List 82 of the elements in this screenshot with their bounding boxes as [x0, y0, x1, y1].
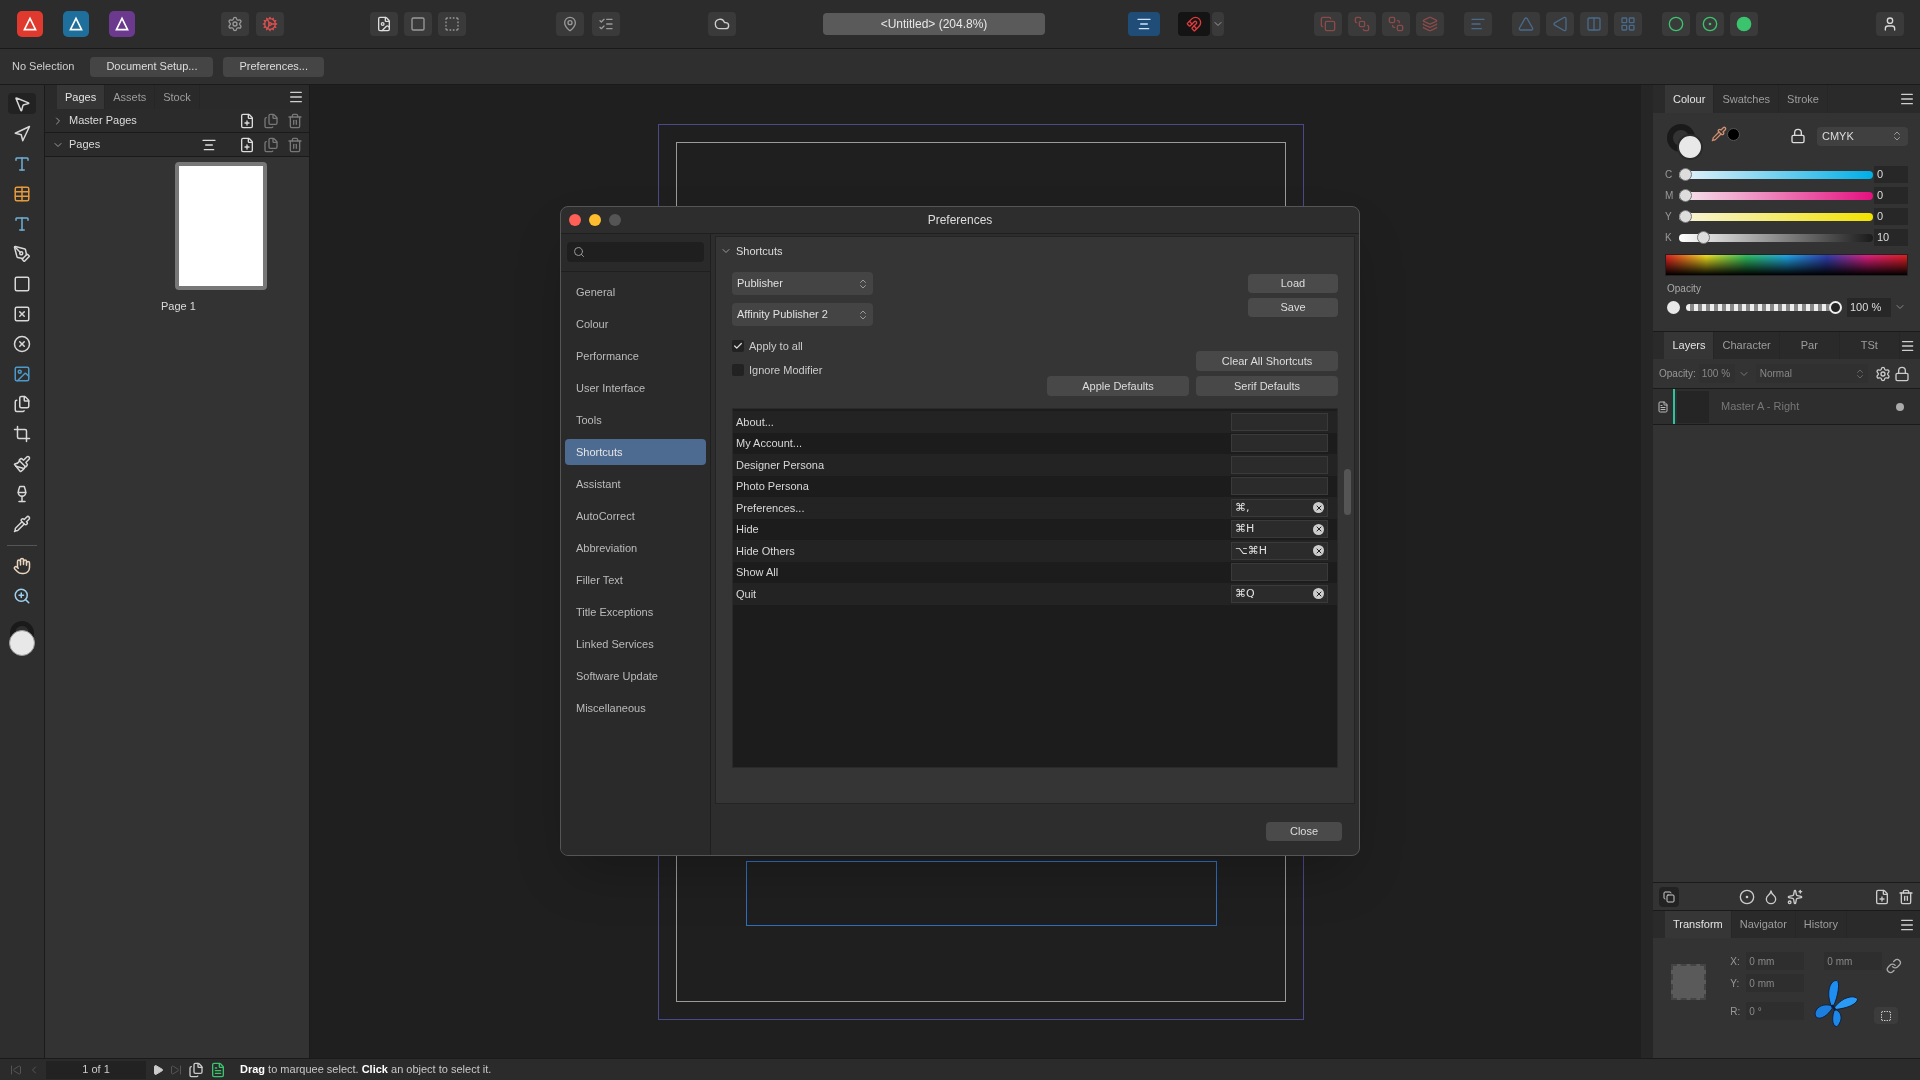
- clear-all-button[interactable]: Clear All Shortcuts: [1196, 351, 1338, 371]
- shortcut-keys: ⌘,: [1235, 499, 1250, 516]
- blend-mode-value: Normal: [1759, 367, 1792, 381]
- apple-defaults-button[interactable]: Apple Defaults: [1047, 376, 1189, 396]
- colour-model-select[interactable]: CMYK: [1817, 126, 1908, 146]
- command-label: Preferences...: [736, 500, 805, 516]
- opacity-label: Opacity:: [1659, 367, 1696, 381]
- opacity-value[interactable]: 100 %: [1847, 297, 1891, 317]
- field-label: X:: [1730, 954, 1741, 969]
- panel-tab[interactable]: Pages: [57, 85, 106, 109]
- section-label: Pages: [69, 137, 101, 153]
- channel-label: C: [1665, 168, 1674, 182]
- layer-name: Master A - Right: [1721, 399, 1800, 415]
- channel-value[interactable]: 0: [1874, 187, 1908, 204]
- command-label: Hide: [736, 522, 759, 537]
- opacity-label: Opacity: [1667, 282, 1702, 296]
- category-item[interactable]: Filler Text: [565, 567, 706, 593]
- category-item[interactable]: Colour: [565, 311, 706, 337]
- status-hint: Drag to marquee select. Click an object to select it.: [240, 1062, 492, 1078]
- serif-defaults-button[interactable]: Serif Defaults: [1196, 376, 1338, 396]
- shortcut-field[interactable]: ⌘H: [1231, 520, 1328, 539]
- close-button[interactable]: Close: [1266, 822, 1342, 841]
- page-field[interactable]: 1 of 1: [46, 1060, 146, 1079]
- shortcut-keys: ⌘H: [1235, 521, 1255, 538]
- shortcut-field[interactable]: ⌘Q: [1231, 584, 1328, 603]
- category-item[interactable]: Shortcuts: [565, 439, 706, 465]
- category-item[interactable]: Miscellaneous: [565, 695, 706, 721]
- command-label: Show All: [736, 565, 779, 580]
- checkbox-label: Apply to all: [749, 339, 803, 354]
- panel-tab[interactable]: Layers: [1664, 332, 1715, 359]
- panel-tab[interactable]: Transform: [1665, 911, 1732, 938]
- category-item[interactable]: Performance: [565, 343, 706, 369]
- document-title: <Untitled> (204.8%): [823, 13, 1045, 35]
- transform-field[interactable]: 0 mm: [1824, 952, 1883, 970]
- command-label: About...: [736, 414, 774, 430]
- transform-field[interactable]: 0 mm: [1746, 952, 1805, 970]
- field-label: Y:: [1730, 976, 1741, 991]
- category-item[interactable]: Tools: [565, 407, 706, 433]
- shortcut-field[interactable]: ⌥⌘H: [1231, 541, 1328, 560]
- section-title: Shortcuts: [736, 243, 783, 259]
- save-button[interactable]: Save: [1248, 298, 1338, 317]
- select-field[interactable]: Affinity Publisher 2: [732, 303, 873, 326]
- select-value: Affinity Publisher 2: [737, 307, 828, 323]
- context-button[interactable]: Preferences...: [223, 56, 324, 77]
- channel-label: M: [1665, 189, 1675, 203]
- section-label: Master Pages: [69, 113, 137, 129]
- command-label: Designer Persona: [736, 457, 825, 473]
- shortcut-keys: ⌥⌘H: [1235, 542, 1267, 559]
- shortcut-keys: ⌘Q: [1235, 585, 1255, 602]
- checkbox-label: Ignore Modifier: [749, 362, 823, 378]
- category-item[interactable]: AutoCorrect: [565, 503, 706, 529]
- category-item[interactable]: User Interface: [565, 375, 706, 401]
- channel-value[interactable]: 0: [1874, 166, 1908, 183]
- dialog-title: Preferences: [926, 212, 994, 229]
- transform-field[interactable]: 0 °: [1746, 1002, 1805, 1020]
- channel-label: Y: [1665, 210, 1673, 224]
- command-label: My Account...: [736, 436, 803, 451]
- selection-label: No Selection: [12, 59, 75, 75]
- category-item[interactable]: General: [565, 279, 706, 305]
- channel-value[interactable]: 10: [1874, 229, 1908, 246]
- category-item[interactable]: Linked Services: [565, 631, 706, 657]
- category-item[interactable]: Abbreviation: [565, 535, 706, 561]
- section-header[interactable]: Pages: [45, 133, 309, 157]
- colour-model-value: CMYK: [1822, 128, 1854, 144]
- shortcut-field[interactable]: ⌘,: [1231, 498, 1328, 517]
- command-label: Photo Persona: [736, 479, 809, 494]
- panel-tab[interactable]: Colour: [1665, 85, 1715, 113]
- category-item[interactable]: Software Update: [565, 663, 706, 689]
- load-button[interactable]: Load: [1248, 274, 1338, 293]
- category-item[interactable]: Assistant: [565, 471, 706, 497]
- channel-label: K: [1665, 231, 1673, 245]
- context-button[interactable]: Document Setup...: [90, 56, 214, 77]
- command-label: Hide Others: [736, 543, 795, 559]
- section-header[interactable]: Master Pages: [45, 109, 309, 133]
- select-value: Publisher: [737, 276, 783, 292]
- select-field[interactable]: Publisher: [732, 272, 873, 295]
- command-label: Quit: [736, 586, 757, 602]
- page-label: Page 1: [161, 299, 197, 314]
- category-item[interactable]: Title Exceptions: [565, 599, 706, 625]
- transform-field[interactable]: 0 mm: [1746, 974, 1805, 992]
- channel-value[interactable]: 0: [1874, 208, 1908, 225]
- field-label: R:: [1730, 1004, 1742, 1019]
